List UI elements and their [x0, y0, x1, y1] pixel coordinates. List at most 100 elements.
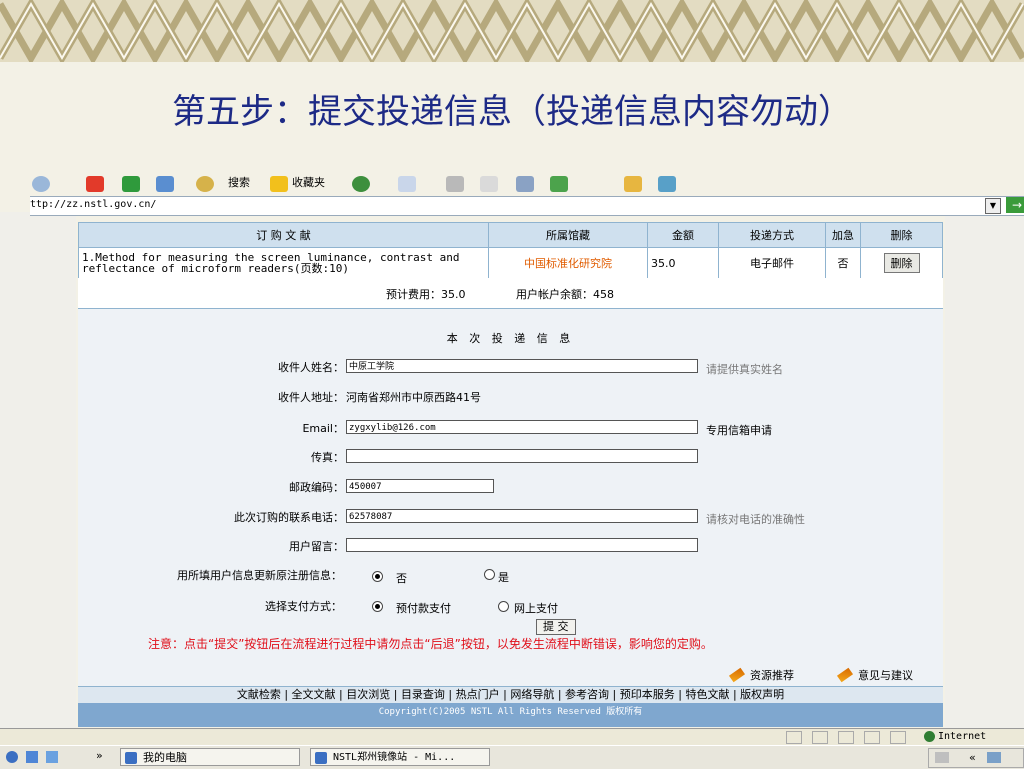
postal-code-label: 邮政编码： [289, 481, 344, 494]
taskbar: » 我的电脑 NSTL郑州镜像站 - Mi... « [0, 745, 1024, 769]
recipient-address-value: 河南省郑州市中原西路41号 [346, 391, 481, 404]
payment-prepaid-label: 预付款支付 [396, 602, 451, 615]
resources-link[interactable]: 资源推荐 [728, 667, 794, 683]
payment-online-label: 网上支付 [514, 602, 558, 615]
payment-label: 选择支付方式： [265, 600, 342, 613]
slide-title: 第五步：提交投递信息（投递信息内容勿动） [172, 92, 852, 132]
chevron-left-icon[interactable]: « [969, 751, 976, 764]
notice-text: 注意：点击“提交”按钮后在流程进行过程中请勿点击“后退”按钮，以免发生流程中断错… [148, 637, 713, 651]
email-label: Email： [302, 422, 344, 435]
network-icon[interactable] [987, 752, 1001, 763]
document-title-line2: reflectance of microform readers(页数:10) [82, 262, 350, 275]
status-bar: Internet [0, 728, 1024, 745]
go-button[interactable]: → [1006, 197, 1024, 213]
status-cell [838, 731, 854, 744]
recipient-name-input[interactable]: 中原工学院 [346, 359, 698, 373]
browser-icon [315, 752, 327, 764]
payment-online-radio[interactable] [498, 601, 509, 612]
library-cell: 中国标准化研究院 [488, 247, 648, 279]
postal-code-input[interactable]: 450007 [346, 479, 494, 493]
recipient-address-label: 收件人地址： [278, 391, 344, 404]
slide-banner [0, 0, 1024, 62]
taskbar-label: 我的电脑 [143, 751, 187, 764]
section-title: 本 次 投 递 信 息 [446, 332, 575, 345]
page-content: 订 购 文 献 所属馆藏 金额 投递方式 加急 删除 1.Method for … [78, 222, 943, 727]
col-header-amount: 金额 [647, 222, 719, 248]
taskbar-my-computer[interactable]: 我的电脑 [120, 748, 300, 766]
chevron-down-icon[interactable]: ▼ [985, 198, 1001, 214]
status-cell [812, 731, 828, 744]
status-cell [864, 731, 880, 744]
media-player-icon[interactable] [46, 751, 58, 763]
update-no-label: 否 [396, 572, 407, 585]
fax-label: 传真： [311, 451, 344, 464]
left-margin [0, 212, 76, 728]
col-header-delivery: 投递方式 [718, 222, 826, 248]
desktop-icon[interactable] [26, 751, 38, 763]
nav-item[interactable]: 目次浏览 [346, 688, 390, 701]
amount-cell: 35.0 [647, 247, 719, 279]
right-margin [945, 212, 1024, 728]
phone-input[interactable]: 62578087 [346, 509, 698, 523]
browser-toolbar: 搜索 收藏夹 [30, 172, 710, 194]
nav-item[interactable]: 版权声明 [740, 688, 784, 701]
phone-hint: 请核对电话的准确性 [706, 513, 805, 526]
delete-button[interactable]: 删除 [883, 253, 920, 273]
chevron-more-icon[interactable]: » [96, 749, 103, 762]
status-cell [786, 731, 802, 744]
feedback-link-label[interactable]: 意见与建议 [858, 669, 913, 682]
nav-item[interactable]: 网络导航 [510, 688, 554, 701]
submit-button[interactable]: 提 交 [536, 619, 576, 635]
col-header-document: 订 购 文 献 [78, 222, 489, 248]
footer-copyright: Copyright(C)2005 NSTL All Rights Reserve… [78, 703, 943, 727]
favorites-button[interactable]: 收藏夹 [292, 174, 325, 190]
nav-item[interactable]: 热点门户 [456, 688, 500, 701]
update-info-label: 用所填用户信息更新原注册信息： [177, 569, 342, 582]
pencil-icon [836, 667, 854, 683]
address-bar[interactable]: ttp://zz.nstl.gov.cn/ ▼ → [30, 196, 1024, 216]
cost-summary: 预计费用：35.0 用户帐户余额：458 [78, 278, 943, 309]
ie-icon[interactable] [6, 751, 18, 763]
nav-item[interactable]: 文献检索 [237, 688, 281, 701]
nav-item[interactable]: 参考咨询 [565, 688, 609, 701]
table-header-row: 订 购 文 献 所属馆藏 金额 投递方式 加急 删除 [78, 222, 943, 248]
feedback-link[interactable]: 意见与建议 [836, 667, 913, 683]
urgent-cell: 否 [825, 247, 861, 279]
email-apply-link[interactable]: 专用信箱申请 [706, 422, 772, 438]
message-input[interactable] [346, 538, 698, 552]
status-cell [890, 731, 906, 744]
search-button[interactable]: 搜索 [228, 174, 250, 190]
taskbar-browser-window[interactable]: NSTL郑州镜像站 - Mi... [310, 748, 490, 766]
nav-item[interactable]: 全文文献 [292, 688, 336, 701]
resources-link-label[interactable]: 资源推荐 [750, 669, 794, 682]
address-text[interactable]: ttp://zz.nstl.gov.cn/ [30, 199, 156, 210]
payment-prepaid-radio[interactable] [372, 601, 383, 612]
email-field[interactable]: zygxylib@126.com [346, 420, 698, 434]
estimated-cost: 预计费用：35.0 [386, 288, 466, 301]
delete-cell: 删除 [860, 247, 943, 279]
document-title-cell: 1.Method for measuring the screen lumina… [78, 247, 489, 279]
message-label: 用户留言： [289, 540, 344, 553]
col-header-urgent: 加急 [825, 222, 861, 248]
recipient-name-hint: 请提供真实姓名 [706, 363, 783, 376]
nav-item[interactable]: 特色文献 [685, 688, 729, 701]
phone-label: 此次订购的联系电话： [234, 511, 344, 524]
nav-item[interactable]: 目录查询 [401, 688, 445, 701]
table-row: 1.Method for measuring the screen lumina… [78, 247, 943, 279]
order-table: 订 购 文 献 所属馆藏 金额 投递方式 加急 删除 1.Method for … [78, 222, 943, 279]
update-no-radio[interactable] [372, 571, 383, 582]
account-balance: 用户帐户余额：458 [516, 288, 614, 301]
site-nav: 文献检索 | 全文文献 | 目次浏览 | 目录查询 | 热点门户 | 网络导航 … [78, 686, 943, 703]
globe-icon [924, 731, 935, 742]
recipient-name-label: 收件人姓名： [278, 361, 344, 374]
taskbar-label: NSTL郑州镜像站 - Mi... [333, 752, 456, 763]
fax-input[interactable] [346, 449, 698, 463]
nav-item[interactable]: 预印本服务 [620, 688, 675, 701]
keyboard-icon[interactable] [935, 752, 949, 763]
computer-icon [125, 752, 137, 764]
delivery-cell: 电子邮件 [718, 247, 826, 279]
update-yes-radio[interactable] [484, 569, 495, 580]
col-header-delete: 删除 [860, 222, 943, 248]
system-tray: « [928, 748, 1024, 768]
update-yes-label: 是 [498, 571, 509, 584]
